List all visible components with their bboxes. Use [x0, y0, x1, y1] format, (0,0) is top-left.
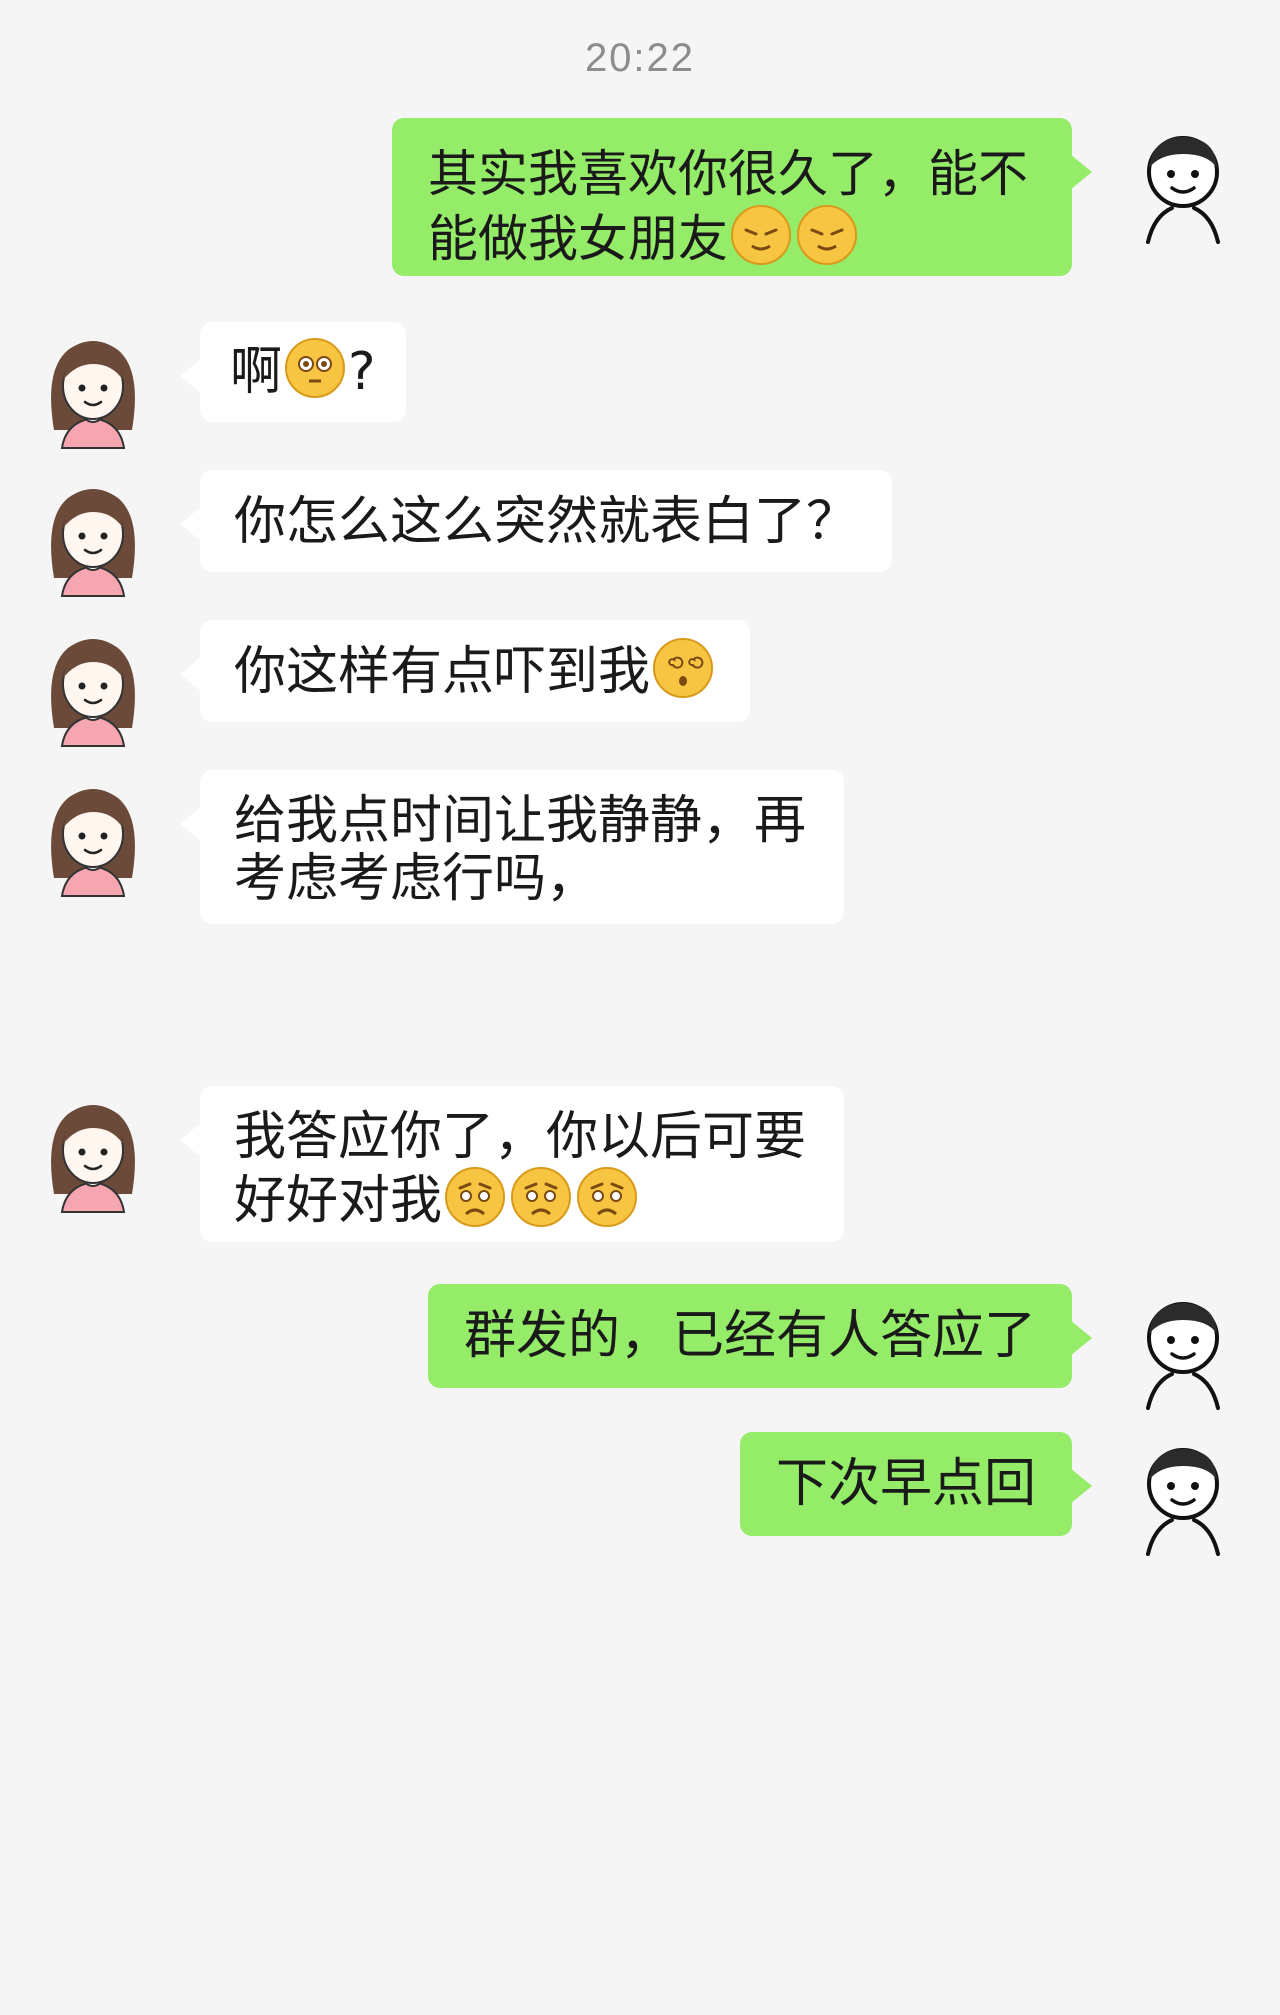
boy-avatar-icon[interactable] [1128, 1290, 1238, 1410]
girl-avatar-icon[interactable] [38, 628, 148, 748]
girl-avatar-icon[interactable] [38, 330, 148, 450]
message-suffix: ? [348, 342, 376, 402]
outgoing-message[interactable]: 群发的，已经有人答应了 [427, 1284, 1093, 1388]
worried-face-emoji-icon [576, 1166, 638, 1228]
message-text: 给我点时间让我静静，再考虑考虑行吗， [234, 791, 807, 909]
message-text: 你这样有点吓到我 [234, 642, 651, 702]
girl-avatar-icon[interactable] [38, 1094, 148, 1214]
boy-avatar-icon[interactable] [1128, 1436, 1238, 1556]
worried-face-emoji-icon [444, 1166, 506, 1228]
incoming-message[interactable]: 啊? [180, 322, 406, 422]
girl-avatar-icon[interactable] [38, 478, 148, 598]
timestamp: 20:22 [584, 36, 696, 80]
boy-avatar-icon[interactable] [1128, 124, 1238, 244]
message-text: 下次早点回 [775, 1454, 1036, 1514]
message-text: 啊 [230, 342, 283, 402]
message-text: 你怎么这么突然就表白了？ [234, 492, 859, 552]
outgoing-message[interactable]: 其实我喜欢你很久了，能不能做我女朋友 [392, 118, 1092, 276]
outgoing-message[interactable]: 下次早点回 [739, 1432, 1093, 1536]
message-text: 群发的，已经有人答应了 [463, 1306, 1036, 1366]
incoming-message[interactable]: 你这样有点吓到我 [179, 620, 751, 722]
smug-face-emoji-icon [730, 204, 792, 266]
incoming-message[interactable]: 给我点时间让我静静，再考虑考虑行吗， [180, 770, 844, 924]
girl-avatar-icon[interactable] [38, 778, 148, 898]
incoming-message[interactable]: 我答应你了，你以后可要好好对我 [180, 1086, 844, 1242]
incoming-message[interactable]: 你怎么这么突然就表白了？ [179, 470, 893, 572]
smug-face-emoji-icon [796, 204, 858, 266]
dizzy-face-emoji-icon [652, 637, 714, 699]
worried-face-emoji-icon [510, 1166, 572, 1228]
message-text: 其实我喜欢你很久了，能不能做我女朋友 [428, 145, 1028, 268]
flushed-face-emoji-icon [284, 337, 346, 399]
